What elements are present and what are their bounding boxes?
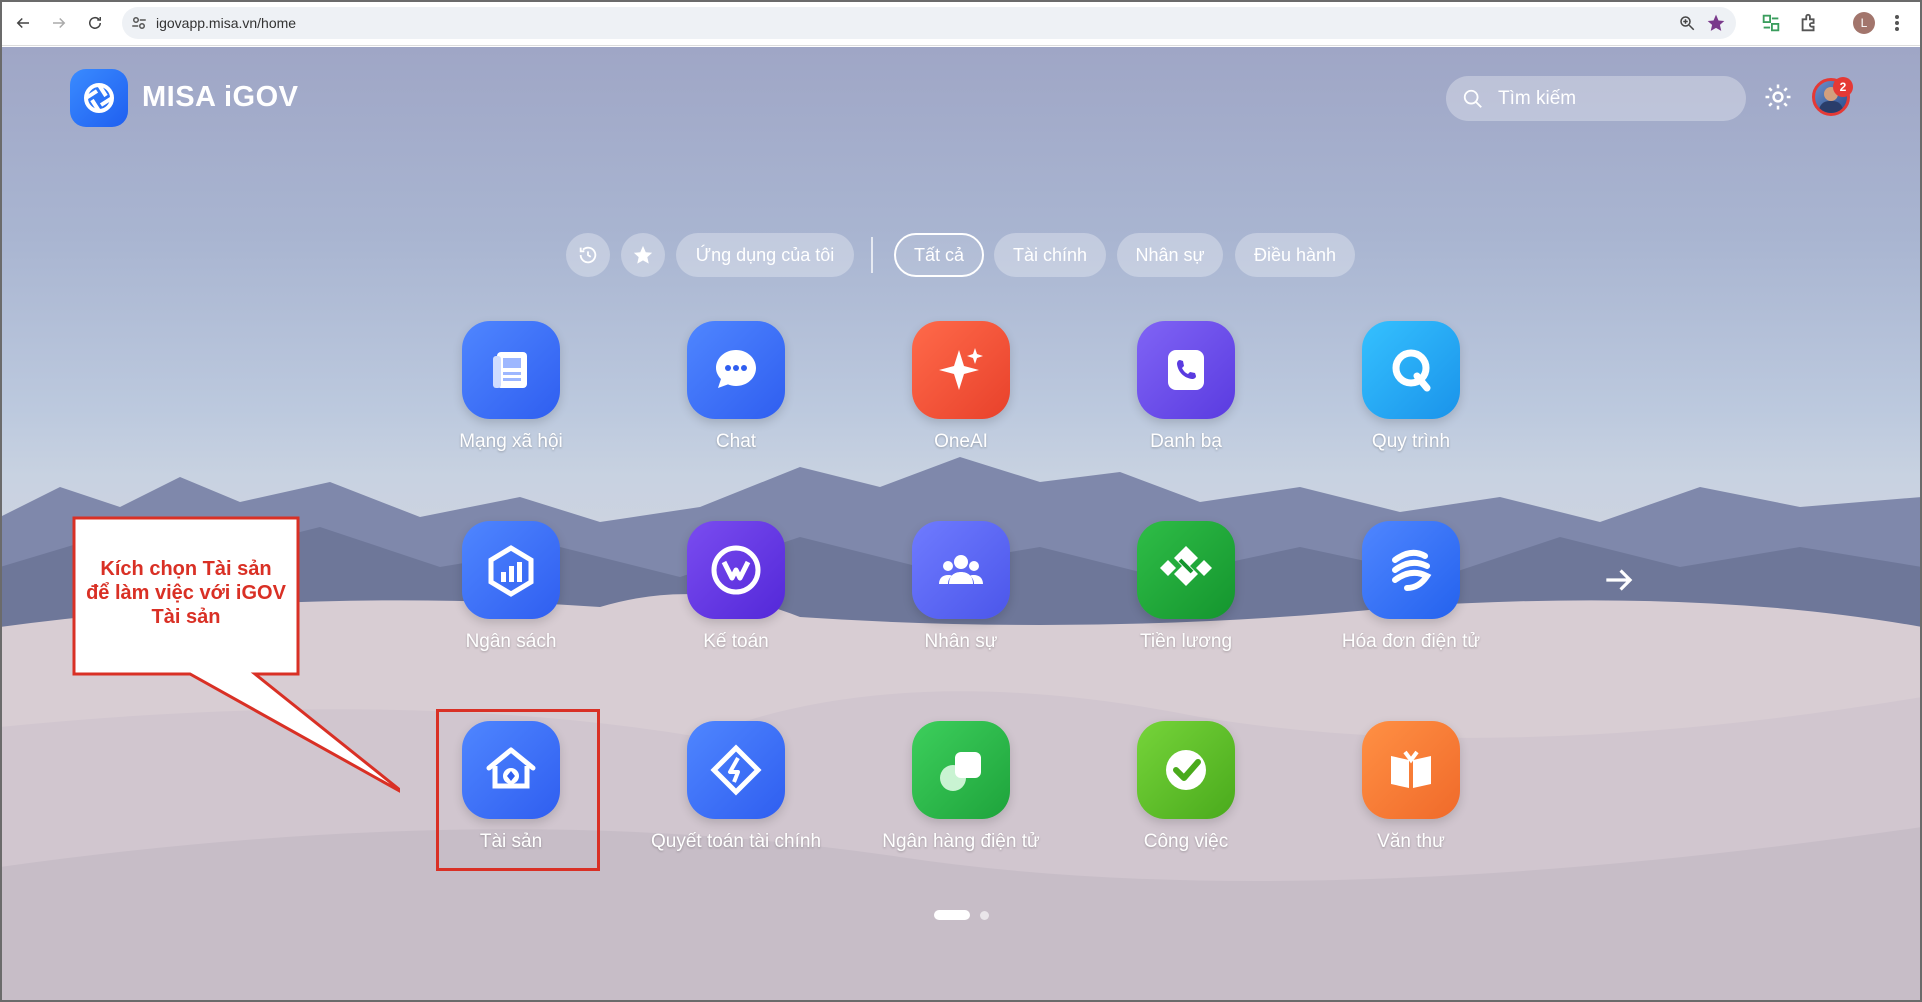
tab-my-apps[interactable]: Ứng dụng của tôi <box>676 233 854 277</box>
app-label: Mạng xã hội <box>459 431 563 452</box>
app-hr[interactable]: Nhân sự <box>861 521 1061 671</box>
app-label: OneAI <box>934 431 988 452</box>
home-page: MISA iGOV Tìm kiếm 2 Ứng dụng của tôi Tấ… <box>0 47 1922 1002</box>
book-icon <box>1362 721 1460 819</box>
app-label: Công việc <box>1143 831 1229 852</box>
app-tasks[interactable]: Công việc <box>1086 721 1286 871</box>
reload-icon[interactable] <box>82 10 108 36</box>
app-label: Kế toán <box>703 631 769 652</box>
invoice-icon <box>1362 521 1460 619</box>
extension-icon[interactable] <box>1760 12 1782 34</box>
app-label: Hóa đơn điện tử <box>1341 631 1481 652</box>
app-workflow[interactable]: Quy trình <box>1311 321 1511 471</box>
notification-badge[interactable]: 2 <box>1833 77 1853 97</box>
aperture-icon <box>84 83 114 113</box>
app-label: Ngân hàng điện tử <box>882 831 1040 852</box>
annotation-text: Kích chọn Tài sản để làm việc với iGOV T… <box>86 558 286 628</box>
app-e-banking[interactable]: Ngân hàng điện tử <box>861 721 1061 871</box>
browser-toolbar: igovapp.misa.vn/home L <box>0 0 1922 46</box>
favorites-button[interactable] <box>621 233 665 277</box>
misa-logo[interactable] <box>70 69 128 127</box>
app-label: Ngân sách <box>465 631 557 652</box>
people-icon <box>912 521 1010 619</box>
back-icon[interactable] <box>10 10 36 36</box>
address-bar[interactable]: igovapp.misa.vn/home <box>122 7 1736 39</box>
app-e-invoice[interactable]: Hóa đơn điện tử <box>1311 521 1511 671</box>
arrow-right-icon[interactable] <box>1600 561 1638 599</box>
forward-icon[interactable] <box>46 10 72 36</box>
search-placeholder: Tìm kiếm <box>1498 88 1577 109</box>
app-label: Quyết toán tài chính <box>650 831 822 852</box>
phone-icon <box>1137 321 1235 419</box>
chat-bubble-icon <box>687 321 785 419</box>
tab-all[interactable]: Tất cả <box>894 233 984 277</box>
app-financial-settlement[interactable]: Quyết toán tài chính <box>636 721 836 871</box>
recent-history-button[interactable] <box>566 233 610 277</box>
app-contacts[interactable]: Danh bạ <box>1086 321 1286 471</box>
site-info-icon[interactable] <box>130 14 148 32</box>
page-indicator[interactable] <box>934 910 998 920</box>
tab-hr[interactable]: Nhân sự <box>1117 233 1223 277</box>
tab-finance[interactable]: Tài chính <box>994 233 1106 277</box>
zoom-icon[interactable] <box>1678 14 1696 32</box>
brand-title: MISA iGOV <box>142 81 299 113</box>
gear-icon[interactable] <box>1763 82 1793 112</box>
app-label: Tiền lương <box>1139 631 1233 652</box>
app-records[interactable]: Văn thư <box>1311 721 1511 871</box>
filter-divider <box>871 237 873 273</box>
bookmark-star-icon[interactable] <box>1706 13 1726 33</box>
browser-profile-avatar[interactable]: L <box>1853 12 1875 34</box>
star-icon <box>633 245 653 264</box>
search-input[interactable]: Tìm kiếm <box>1446 76 1746 121</box>
newspaper-icon <box>462 321 560 419</box>
app-social-network[interactable]: Mạng xã hội <box>411 321 611 471</box>
app-label: Danh bạ <box>1150 431 1222 452</box>
puzzle-icon[interactable] <box>1798 12 1820 34</box>
history-icon <box>579 246 597 264</box>
tab-operations[interactable]: Điều hành <box>1235 233 1355 277</box>
more-menu-icon[interactable] <box>1892 12 1902 34</box>
app-budget[interactable]: Ngân sách <box>411 521 611 671</box>
app-accounting[interactable]: Kế toán <box>636 521 836 671</box>
page-dot-active[interactable] <box>934 910 970 920</box>
settlement-icon <box>687 721 785 819</box>
budget-chart-icon <box>462 521 560 619</box>
avatar-body <box>1819 101 1843 113</box>
app-label: Văn thư <box>1377 831 1445 852</box>
highlight-box <box>436 709 600 871</box>
app-label: Quy trình <box>1371 431 1451 452</box>
page-dot[interactable] <box>980 911 989 920</box>
url-text[interactable]: igovapp.misa.vn/home <box>156 15 296 31</box>
ebank-icon <box>912 721 1010 819</box>
sparkle-icon <box>912 321 1010 419</box>
app-chat[interactable]: Chat <box>636 321 836 471</box>
salary-icon <box>1137 521 1235 619</box>
app-salary[interactable]: Tiền lương <box>1086 521 1286 671</box>
app-label: Nhân sự <box>924 631 998 652</box>
search-icon <box>1462 88 1484 110</box>
app-oneai[interactable]: OneAI <box>861 321 1061 471</box>
q-ring-icon <box>1362 321 1460 419</box>
app-label: Chat <box>715 431 757 452</box>
accounting-icon <box>687 521 785 619</box>
check-icon <box>1137 721 1235 819</box>
